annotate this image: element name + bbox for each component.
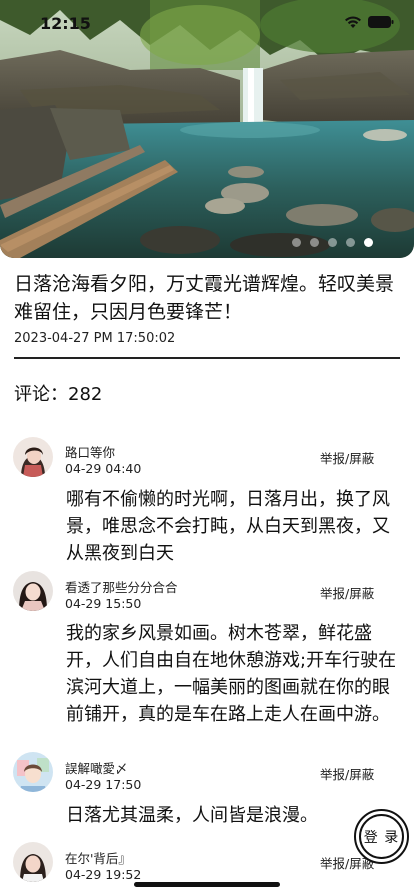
comment-time: 04-29 19:52	[65, 867, 142, 882]
wifi-icon	[345, 16, 361, 28]
comment-time: 04-29 15:50	[65, 596, 142, 611]
battery-icon	[368, 16, 394, 28]
comment-count: 评论：282	[14, 384, 103, 405]
status-time: 12:15	[40, 14, 91, 33]
carousel-indicator	[292, 238, 373, 247]
report-block-button[interactable]: 举报/屏蔽	[320, 764, 374, 783]
comment-text: 我的家乡风景如画。树木苍翠，鲜花盛开，人们自由自在地休憩游戏;开车行驶在滨河大道…	[66, 623, 397, 725]
carousel-dot[interactable]	[310, 238, 319, 247]
login-button-label: 登 录	[359, 814, 404, 859]
article-title: 日落沧海看夕阳，万丈霞光谱辉煌。轻叹美景难留住，只因月色要锋芒！	[14, 273, 395, 323]
comment-time: 04-29 04:40	[65, 461, 142, 476]
avatar[interactable]	[13, 752, 53, 792]
comment-text: 日落尤其温柔，人间皆是浪漫。	[66, 805, 318, 826]
avatar[interactable]	[13, 571, 53, 611]
avatar[interactable]	[13, 842, 53, 882]
avatar[interactable]	[13, 437, 53, 477]
status-bar: 12:15	[0, 0, 414, 44]
comment-username[interactable]: 看透了那些分分合合	[65, 577, 178, 596]
comment-text: 哪有不偷懒的时光啊，日落月出，换了风景，唯思念不会打盹，从白天到黑夜，又从黑夜到…	[66, 489, 390, 564]
login-button[interactable]: 登 录	[354, 809, 409, 864]
comment-username[interactable]: 在尔'背后』	[65, 848, 131, 867]
comment-time: 04-29 17:50	[65, 777, 142, 792]
carousel-dot[interactable]	[292, 238, 301, 247]
divider	[14, 357, 400, 359]
report-block-button[interactable]: 举报/屏蔽	[320, 448, 374, 467]
carousel-dot-active[interactable]	[364, 238, 373, 247]
carousel-dot[interactable]	[346, 238, 355, 247]
home-indicator[interactable]	[134, 882, 280, 887]
article-time: 2023-04-27 PM 17:50:02	[14, 331, 176, 346]
report-block-button[interactable]: 举报/屏蔽	[320, 583, 374, 602]
comment-username[interactable]: 誤解噉愛〆	[65, 758, 128, 777]
carousel-dot[interactable]	[328, 238, 337, 247]
comment-username[interactable]: 路口等你	[65, 442, 115, 461]
